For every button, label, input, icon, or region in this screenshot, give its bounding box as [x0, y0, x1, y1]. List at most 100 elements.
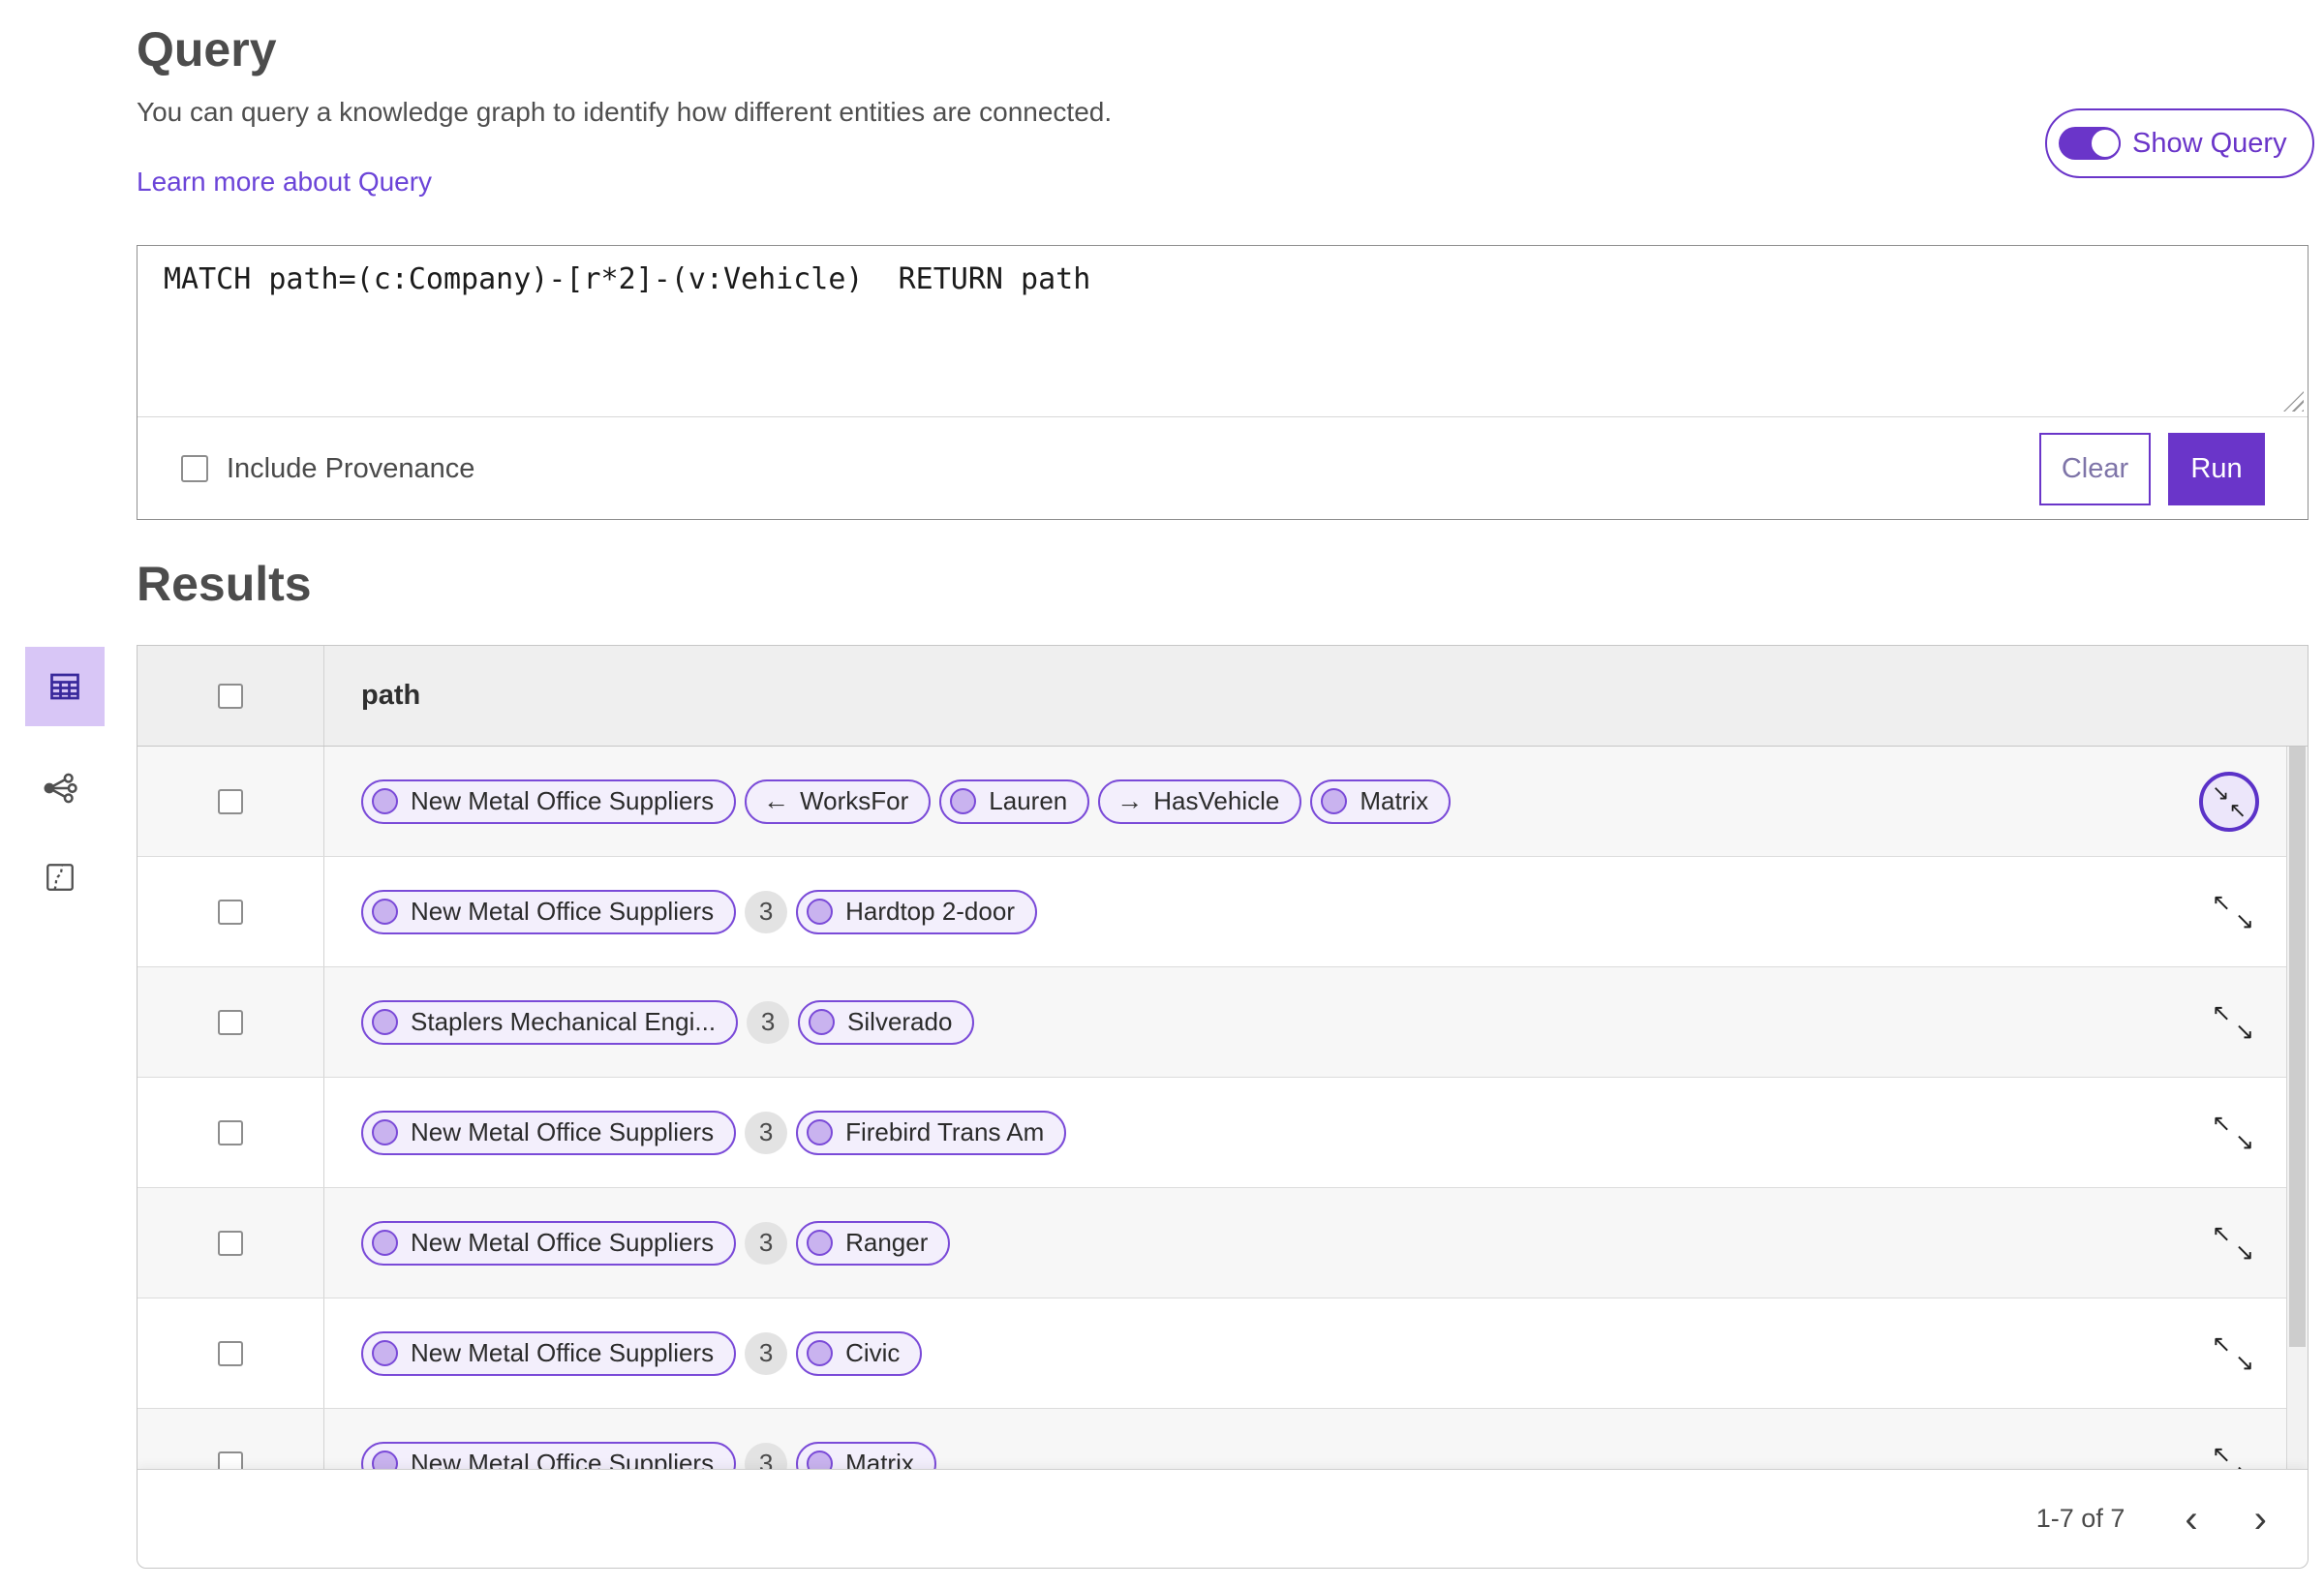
query-editor-panel: MATCH path=(c:Company)-[r*2]-(v:Vehicle)… [137, 245, 2309, 520]
table-row: Staplers Mechanical Engi... 3 Silverado ↖ ↘ [138, 967, 2308, 1078]
row-checkbox[interactable] [218, 1119, 243, 1145]
arrow-right-icon: → [1116, 786, 1144, 815]
entity-dot-icon [372, 1340, 398, 1366]
pill-label: HasVehicle [1153, 786, 1280, 815]
results-table: path New Metal Office Suppliers ← WorksFor… [137, 645, 2309, 1569]
row-checkbox[interactable] [218, 788, 243, 814]
expand-row-button[interactable]: ↖↘ [2207, 1217, 2259, 1269]
entity-pill[interactable]: New Metal Office Suppliers [361, 1220, 737, 1266]
pill-label: Matrix [1360, 786, 1429, 815]
expand-row-button[interactable]: ↖↘ [2207, 1328, 2259, 1380]
arrow-up-left-icon: ↖ [2212, 1441, 2232, 1468]
row-checkbox[interactable] [218, 1230, 243, 1256]
toggle-knob-icon [2090, 128, 2121, 159]
scrollbar-thumb[interactable] [2289, 747, 2306, 1347]
entity-pill[interactable]: Matrix [1310, 779, 1452, 824]
expand-row-button[interactable]: ↖↘ [2207, 886, 2259, 938]
arrow-up-left-icon: ↖ [2228, 797, 2247, 822]
path-cells: New Metal Office Suppliers ← WorksFor Laure… [361, 779, 1452, 824]
arrow-down-right-icon: ↘ [2234, 907, 2254, 934]
relation-pill[interactable]: ← WorksFor [745, 779, 932, 824]
query-text: MATCH path=(c:Company)-[r*2]-(v:Vehicle)… [164, 262, 1091, 296]
pill-label: New Metal Office Suppliers [411, 1117, 715, 1146]
row-select-cell [138, 1078, 324, 1187]
chevron-right-icon[interactable]: › [2254, 1500, 2267, 1539]
entity-pill[interactable]: Lauren [939, 779, 1090, 824]
arrow-down-right-icon: ↘ [2212, 779, 2230, 805]
include-provenance-label: Include Provenance [227, 452, 475, 484]
show-query-label: Show Query [2132, 127, 2287, 159]
entity-dot-icon [372, 899, 398, 925]
table-row: New Metal Office Suppliers 3 Civic ↖ ↘ [138, 1298, 2308, 1409]
path-cell: New Metal Office Suppliers 3 Ranger ↖ ↘ [324, 1188, 2308, 1298]
pill-label: Civic [845, 1338, 901, 1367]
row-select-cell [138, 1298, 324, 1408]
arrow-down-right-icon: ↘ [2234, 1238, 2254, 1266]
learn-more-link[interactable]: Learn more about Query [137, 167, 432, 198]
hop-count-badge: 3 [747, 1000, 790, 1044]
table-view-button[interactable] [25, 647, 105, 726]
pill-label: Ranger [845, 1228, 929, 1257]
row-select-cell [138, 857, 324, 966]
entity-pill[interactable]: Hardtop 2-door [796, 889, 1037, 934]
entity-pill[interactable]: Silverado [798, 999, 975, 1045]
entity-pill[interactable]: Civic [796, 1330, 923, 1376]
link-chart-view-button[interactable] [41, 769, 79, 808]
pill-label: Firebird Trans Am [845, 1117, 1045, 1146]
entity-pill[interactable]: Ranger [796, 1220, 951, 1266]
select-all-checkbox[interactable] [218, 683, 243, 709]
map-icon [46, 864, 74, 891]
row-checkbox[interactable] [218, 1340, 243, 1366]
pagination-bar: 1-7 of 7 ‹ › [138, 1469, 2308, 1568]
query-textarea[interactable]: MATCH path=(c:Company)-[r*2]-(v:Vehicle)… [138, 246, 2308, 417]
path-cell: New Metal Office Suppliers ← WorksFor Laure… [324, 747, 2308, 856]
expand-row-button[interactable]: ↖↘ [2207, 996, 2259, 1049]
show-query-toggle[interactable]: Show Query [2045, 108, 2314, 178]
vertical-scrollbar[interactable] [2286, 747, 2308, 1469]
entity-pill[interactable]: New Metal Office Suppliers [361, 1110, 737, 1155]
table-header-row: path [138, 646, 2308, 747]
entity-dot-icon [372, 1230, 398, 1256]
entity-pill[interactable]: Staplers Mechanical Engi... [361, 999, 739, 1045]
toggle-switch-icon[interactable] [2059, 127, 2121, 160]
entity-dot-icon [372, 1119, 398, 1145]
row-select-cell [138, 1188, 324, 1298]
hop-count-badge: 3 [745, 1331, 788, 1375]
entity-pill[interactable]: New Metal Office Suppliers [361, 889, 737, 934]
path-cell: New Metal Office Suppliers 3 Civic ↖ ↘ [324, 1298, 2308, 1408]
path-cell: New Metal Office Suppliers 3 Firebird Tran… [324, 1078, 2308, 1187]
pill-label: New Metal Office Suppliers [411, 786, 715, 815]
table-row: New Metal Office Suppliers 3 Firebird Tran… [138, 1078, 2308, 1188]
query-actions-bar: Include Provenance Clear Run [138, 417, 2308, 520]
row-checkbox[interactable] [218, 899, 243, 925]
include-provenance-checkbox[interactable] [181, 455, 208, 482]
expand-row-button[interactable]: ↘ ↖ [2199, 771, 2259, 832]
link-chart-icon [44, 773, 77, 804]
chevron-left-icon[interactable]: ‹ [2185, 1500, 2197, 1539]
entity-dot-icon [807, 1119, 834, 1145]
pill-label: New Metal Office Suppliers [411, 897, 715, 926]
run-button[interactable]: Run [2168, 432, 2265, 505]
path-cells: New Metal Office Suppliers 3 Hardtop 2-doo… [361, 889, 1037, 934]
textarea-resize-handle[interactable] [2283, 391, 2304, 412]
table-row: New Metal Office Suppliers ← WorksFor Laure… [138, 747, 2308, 857]
clear-button[interactable]: Clear [2039, 432, 2151, 505]
entity-pill[interactable]: New Metal Office Suppliers [361, 779, 737, 824]
pill-label: Staplers Mechanical Engi... [411, 1007, 717, 1036]
entity-dot-icon [372, 788, 398, 814]
results-section-title: Results [137, 557, 312, 611]
path-cell: New Metal Office Suppliers 3 Hardtop 2-doo… [324, 857, 2308, 966]
hop-count-badge: 3 [745, 890, 788, 933]
entity-pill[interactable]: Firebird Trans Am [796, 1110, 1067, 1155]
entity-pill[interactable]: New Metal Office Suppliers [361, 1330, 737, 1376]
pill-label: Lauren [989, 786, 1068, 815]
map-view-button[interactable] [43, 860, 77, 895]
row-checkbox[interactable] [218, 1009, 243, 1035]
arrow-up-left-icon: ↖ [2212, 1220, 2232, 1247]
relation-pill[interactable]: → HasVehicle [1098, 779, 1302, 824]
table-icon [50, 673, 79, 700]
arrow-left-icon: ← [763, 786, 790, 815]
path-cells: New Metal Office Suppliers 3 Civic [361, 1330, 923, 1376]
table-row: New Metal Office Suppliers 3 Ranger ↖ ↘ [138, 1188, 2308, 1298]
expand-row-button[interactable]: ↖↘ [2207, 1107, 2259, 1159]
